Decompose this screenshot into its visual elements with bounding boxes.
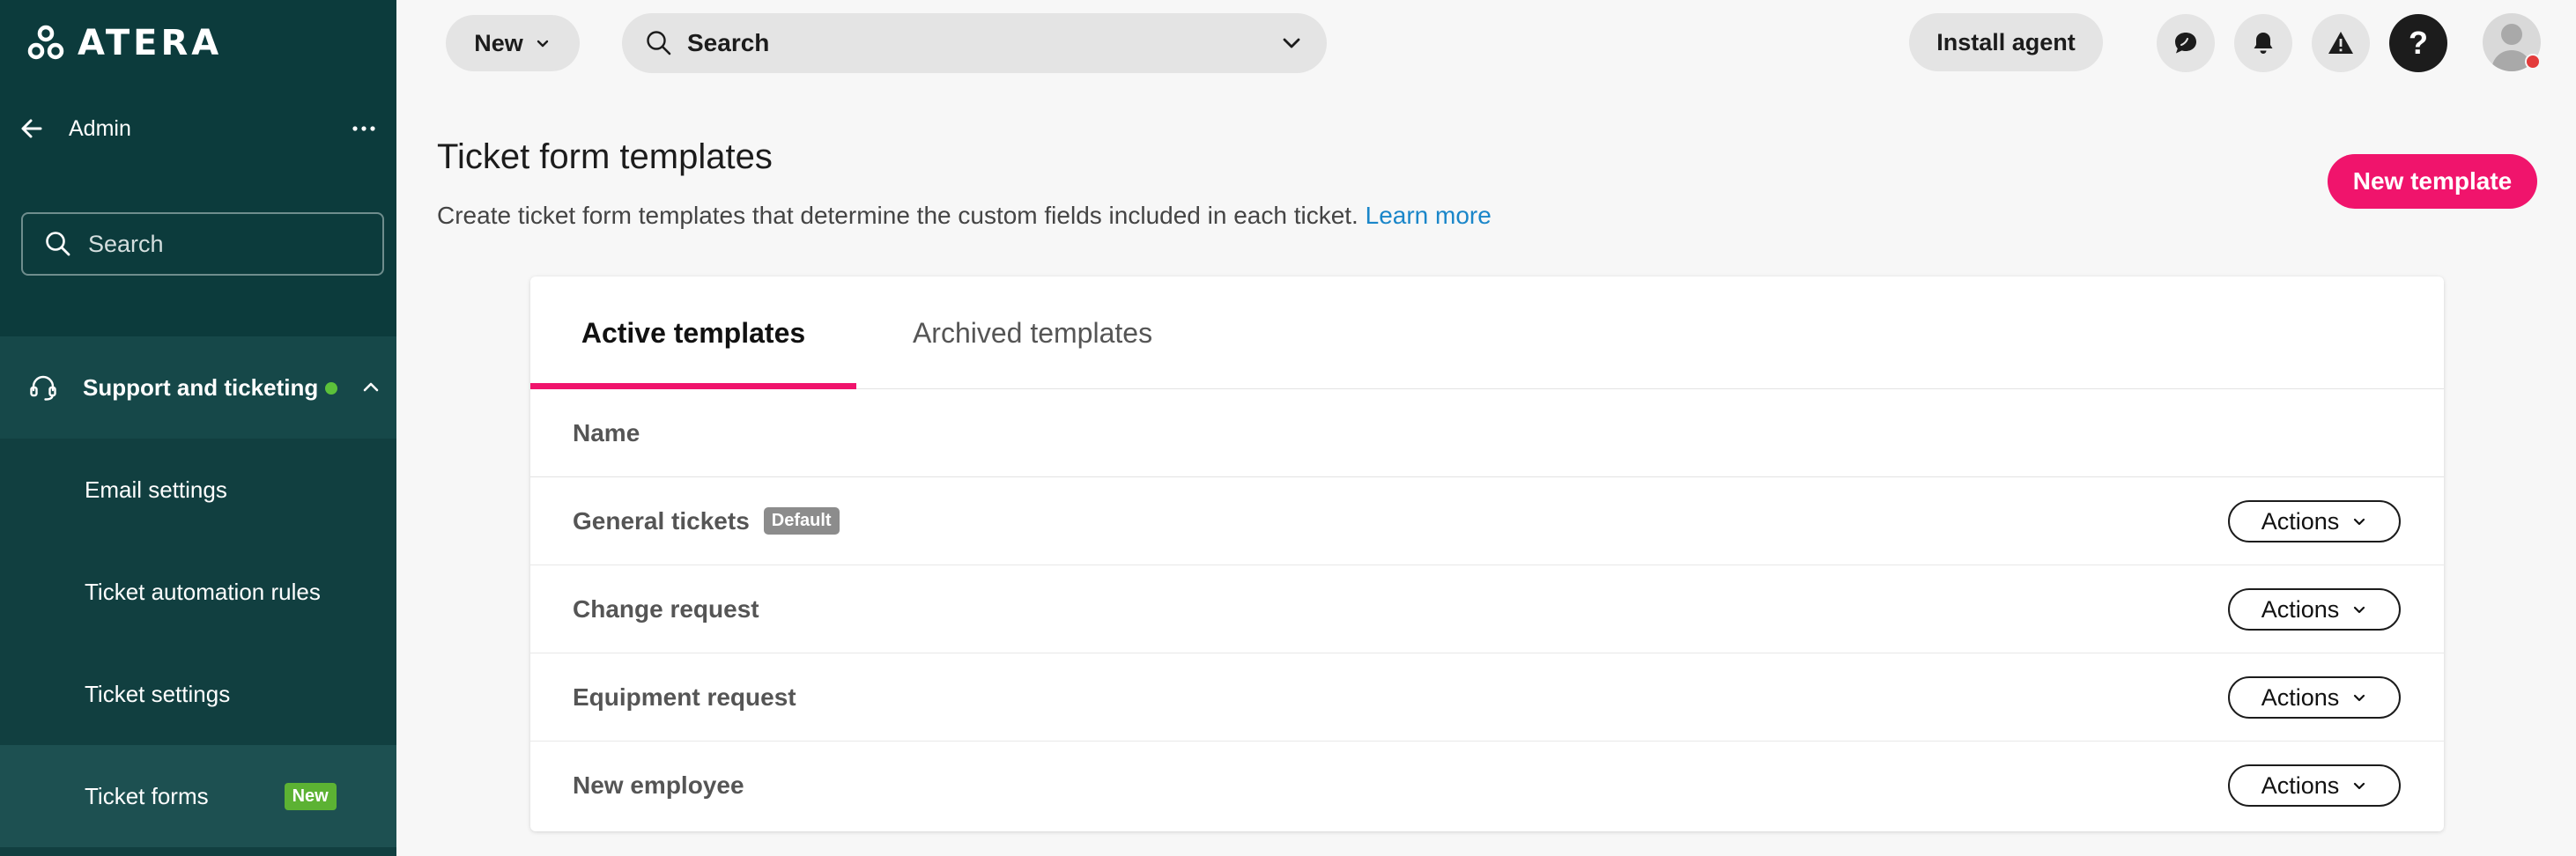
search-icon xyxy=(46,232,70,256)
global-search-input[interactable] xyxy=(687,29,1279,57)
chevron-down-icon xyxy=(2354,518,2365,526)
chat-icon xyxy=(2175,33,2196,54)
chat-button[interactable] xyxy=(2157,14,2215,72)
notifications-button[interactable] xyxy=(2234,14,2292,72)
template-name: Equipment request xyxy=(573,683,796,711)
template-name: Change request xyxy=(573,594,759,623)
table-row[interactable]: Equipment request Actions xyxy=(530,653,2444,742)
column-header-name: Name xyxy=(530,389,2444,477)
template-name: New employee xyxy=(573,771,744,799)
table-row[interactable]: New employee Actions xyxy=(530,742,2444,830)
page-description: Create ticket form templates that determ… xyxy=(437,202,1492,230)
page-description-text: Create ticket form templates that determ… xyxy=(437,202,1358,229)
sidebar-item-label: Email settings xyxy=(85,476,227,503)
sidebar-sub-list: Email settings Ticket automation rules T… xyxy=(0,439,396,856)
templates-card: Active templates Archived templates Name… xyxy=(530,277,2444,831)
default-badge: Default xyxy=(763,507,840,535)
install-agent-button[interactable]: Install agent xyxy=(1909,13,2103,71)
tab-active-templates[interactable]: Active templates xyxy=(530,277,856,389)
sidebar-section-title: Support and ticketing xyxy=(83,373,319,401)
chevron-up-icon xyxy=(363,382,379,392)
learn-more-link[interactable]: Learn more xyxy=(1366,202,1492,229)
actions-button[interactable]: Actions xyxy=(2228,764,2401,807)
logo-text: ATERA xyxy=(78,23,223,63)
chevron-down-icon xyxy=(2354,782,2365,790)
arrow-left-icon[interactable] xyxy=(19,116,44,141)
new-template-button[interactable]: New template xyxy=(2328,154,2537,209)
sidebar-item-ticket-forms[interactable]: Ticket forms New xyxy=(0,745,396,847)
bell-icon xyxy=(2254,33,2273,55)
new-badge: New xyxy=(284,782,337,810)
sidebar-item-ticket-settings[interactable]: Ticket settings xyxy=(0,643,396,745)
new-button[interactable]: New xyxy=(446,15,580,71)
alerts-button[interactable] xyxy=(2312,14,2370,72)
help-button[interactable]: ? xyxy=(2389,14,2447,72)
chevron-down-icon xyxy=(2354,606,2365,614)
table-row[interactable]: General tickets Default Actions xyxy=(530,477,2444,565)
sidebar-search-input[interactable] xyxy=(88,230,370,258)
admin-label: Admin xyxy=(69,115,131,141)
more-horizontal-icon[interactable] xyxy=(349,114,379,144)
actions-button[interactable]: Actions xyxy=(2228,676,2401,719)
global-search[interactable] xyxy=(622,13,1327,73)
actions-label: Actions xyxy=(2261,595,2340,623)
help-icon: ? xyxy=(2409,25,2428,61)
actions-label: Actions xyxy=(2261,771,2340,799)
chevron-down-icon xyxy=(2354,694,2365,702)
chevron-down-icon[interactable] xyxy=(1279,31,1304,55)
sidebar-section-support-and-ticketing[interactable]: Support and ticketing xyxy=(0,336,396,439)
tab-archived-templates[interactable]: Archived templates xyxy=(856,277,1209,389)
headset-icon xyxy=(30,375,56,401)
alert-icon xyxy=(2328,32,2353,54)
sidebar-item-email-settings[interactable]: Email settings xyxy=(0,439,396,541)
admin-header: Admin xyxy=(19,109,379,148)
sidebar-item-label: Ticket settings xyxy=(85,680,231,707)
actions-button[interactable]: Actions xyxy=(2228,588,2401,631)
page-title: Ticket form templates xyxy=(437,137,773,176)
sidebar-search[interactable] xyxy=(21,212,384,276)
sidebar: ATERA Admin Support and ticketing xyxy=(0,0,396,856)
new-button-label: New xyxy=(474,29,523,56)
template-name: General tickets xyxy=(573,506,750,535)
table-row[interactable]: Change request Actions xyxy=(530,565,2444,653)
atera-logo-icon xyxy=(27,25,64,60)
search-icon xyxy=(647,31,671,55)
actions-label: Actions xyxy=(2261,507,2340,535)
sidebar-item-label: Ticket forms xyxy=(85,782,209,809)
sidebar-item-label: Ticket automation rules xyxy=(85,578,321,605)
atera-logo[interactable]: ATERA xyxy=(26,23,222,63)
chevron-down-icon xyxy=(537,40,548,48)
templates-tabs: Active templates Archived templates xyxy=(530,277,2444,389)
actions-label: Actions xyxy=(2261,683,2340,711)
status-dot xyxy=(325,382,338,395)
sidebar-item-ticket-automation-rules[interactable]: Ticket automation rules xyxy=(0,541,396,643)
actions-button[interactable]: Actions xyxy=(2228,500,2401,542)
avatar-status-dot xyxy=(2525,54,2541,70)
